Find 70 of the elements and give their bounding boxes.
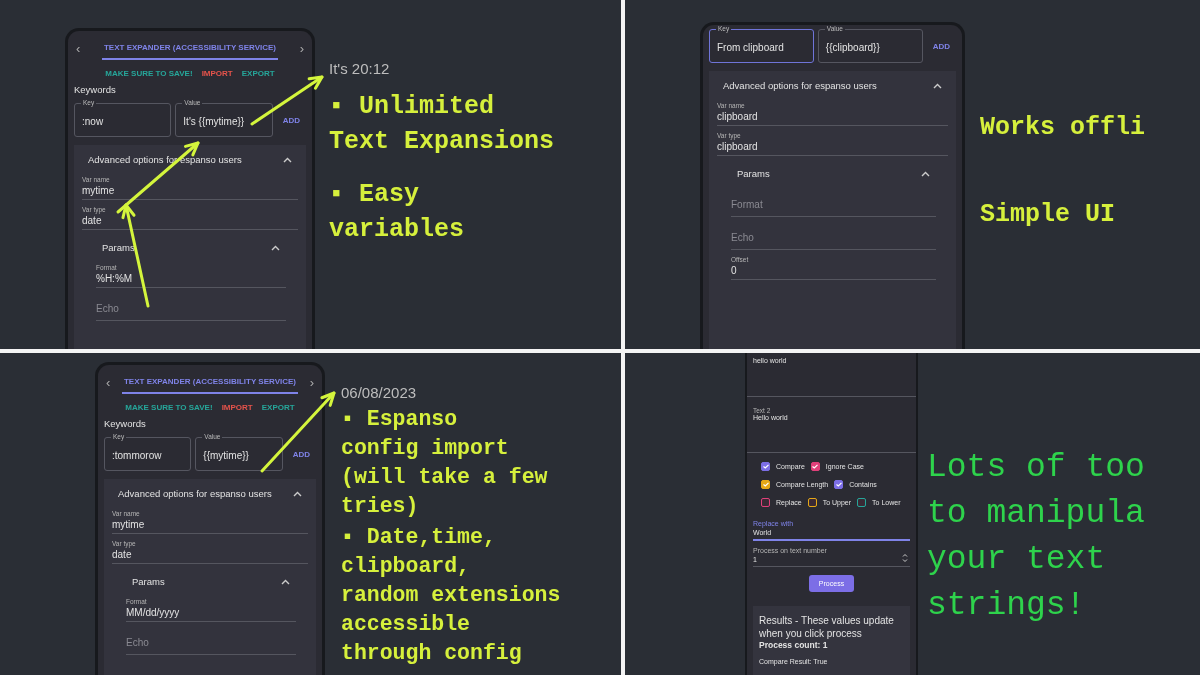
panel-title: Advanced options for espanso users (118, 488, 272, 499)
field-value: :tommorow (112, 450, 162, 461)
panel-title: Params (132, 576, 165, 587)
chevron-up-icon[interactable] (283, 156, 292, 163)
text-field[interactable]: Echo (126, 625, 296, 655)
chevron-up-icon[interactable] (271, 244, 280, 251)
panel-title: Advanced options for espanso users (723, 80, 877, 91)
caption-text: 06/08/2023 (341, 384, 418, 401)
field-value: MM/dd/yyyy (126, 606, 181, 618)
feature-text: ▪ Espanso config import (will take a few tries) (341, 406, 549, 520)
chevron-up-icon[interactable] (933, 82, 942, 89)
action-link[interactable]: EXPORT (241, 69, 275, 78)
action-link[interactable]: IMPORT (201, 69, 233, 78)
section-title: Keywords (73, 83, 117, 97)
field-value: mytime (112, 518, 146, 530)
action-link[interactable]: MAKE SURE TO SAVE! (105, 69, 193, 78)
panel-title: Advanced options for espanso users (88, 154, 242, 165)
caption-text: It's 20:12 (329, 60, 391, 77)
chevron-up-icon[interactable] (921, 170, 930, 177)
checkbox[interactable] (834, 480, 844, 489)
add-button[interactable]: ADD (286, 445, 316, 463)
field-value: {{mytime}} (203, 450, 249, 461)
spinner-icon[interactable] (902, 553, 908, 563)
add-button[interactable]: ADD (276, 111, 306, 129)
checkbox[interactable] (810, 462, 820, 471)
results-title: Results - These values update when you click process (759, 614, 895, 640)
section-title: Keywords (103, 417, 147, 431)
feature-text: Simple UI (980, 199, 1117, 231)
field-value: 0 (731, 264, 738, 276)
chevron-up-icon[interactable] (281, 578, 290, 585)
back-icon[interactable]: ‹ (106, 374, 111, 390)
forward-icon[interactable]: › (309, 374, 314, 390)
field-value: clipboard (717, 110, 759, 122)
field-placeholder: Format (731, 198, 764, 212)
action-link[interactable]: EXPORT (261, 403, 295, 412)
checkbox[interactable] (807, 498, 817, 507)
field-value: clipboard (717, 140, 759, 152)
checkbox[interactable] (761, 498, 770, 507)
tab[interactable]: TEXT EXPANDER (ACCESSIBILITY SERVICE) (102, 36, 278, 60)
panel-title: Params (737, 168, 770, 179)
action-link[interactable]: MAKE SURE TO SAVE! (125, 403, 213, 412)
checkbox[interactable] (761, 480, 770, 489)
checkbox[interactable] (761, 462, 770, 471)
field-value: {{clipboard}} (825, 42, 880, 53)
tab[interactable]: TEXT EXPANDER (ACCESSIBILITY SERVICE) (122, 370, 298, 394)
field-value: :now (82, 116, 104, 127)
text-field[interactable]: Echo (731, 220, 936, 250)
text-field[interactable]: Format (731, 187, 936, 217)
field-value: From clipboard (717, 42, 784, 53)
action-link[interactable]: IMPORT (221, 403, 253, 412)
field-placeholder: Echo (96, 302, 120, 316)
feature-text: ▪ Date,time, clipboard, random extensions accessible through config (341, 524, 561, 667)
field-value: It's {{mytime}} (183, 116, 245, 127)
field-value: date (112, 548, 133, 560)
feature-text: ▪ Unlimited Text Expansions (329, 91, 555, 158)
feature-text: Works offli (980, 112, 1146, 144)
back-icon[interactable]: ‹ (76, 40, 81, 56)
field-placeholder: Echo (731, 231, 755, 245)
field-placeholder: Echo (126, 636, 150, 650)
field-value: date (82, 214, 103, 226)
process-count: Process count: 1 (759, 640, 829, 650)
field-value: %H:%M (96, 272, 134, 284)
feature-text: ▪ Easy variables (329, 179, 466, 246)
text-field[interactable]: Echo (96, 291, 286, 321)
feature-text: Lots of too to manipula your text strings! (927, 448, 1145, 626)
add-button[interactable]: ADD (926, 37, 956, 55)
forward-icon[interactable]: › (299, 40, 304, 56)
checkbox[interactable] (857, 498, 867, 507)
chevron-up-icon[interactable] (293, 490, 302, 497)
field-value: mytime (82, 184, 116, 196)
